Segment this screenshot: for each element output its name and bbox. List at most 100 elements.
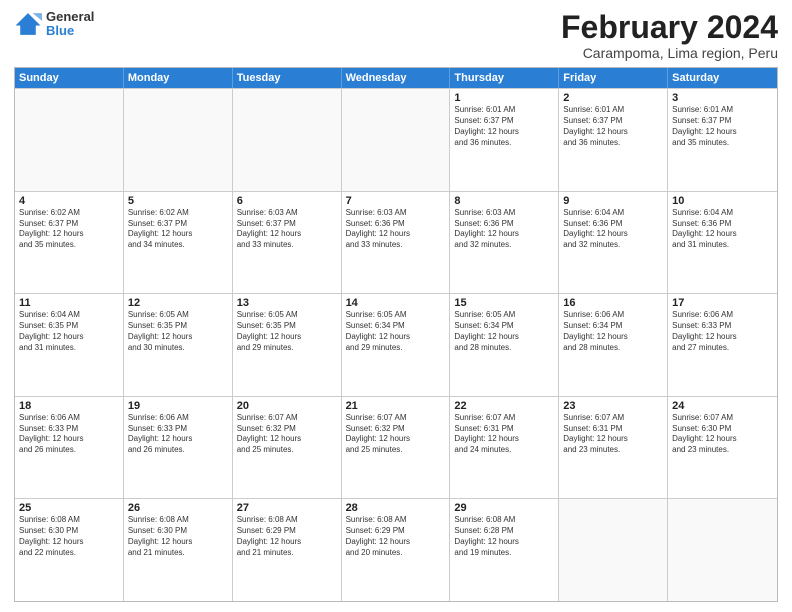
calendar-cell: 6Sunrise: 6:03 AM Sunset: 6:37 PM Daylig… [233,192,342,294]
calendar-cell [668,499,777,601]
calendar-week: 11Sunrise: 6:04 AM Sunset: 6:35 PM Dayli… [15,293,777,396]
logo-icon [14,10,42,38]
day-number: 13 [237,297,337,309]
calendar-cell: 22Sunrise: 6:07 AM Sunset: 6:31 PM Dayli… [450,397,559,499]
day-number: 16 [563,297,663,309]
day-number: 23 [563,400,663,412]
day-number: 26 [128,502,228,514]
cell-info: Sunrise: 6:04 AM Sunset: 6:36 PM Dayligh… [563,208,663,251]
day-number: 4 [19,195,119,207]
day-number: 9 [563,195,663,207]
logo-general: General [46,10,94,24]
cell-info: Sunrise: 6:03 AM Sunset: 6:37 PM Dayligh… [237,208,337,251]
calendar-week: 18Sunrise: 6:06 AM Sunset: 6:33 PM Dayli… [15,396,777,499]
calendar-cell: 29Sunrise: 6:08 AM Sunset: 6:28 PM Dayli… [450,499,559,601]
calendar-cell: 17Sunrise: 6:06 AM Sunset: 6:33 PM Dayli… [668,294,777,396]
calendar-cell: 18Sunrise: 6:06 AM Sunset: 6:33 PM Dayli… [15,397,124,499]
cell-info: Sunrise: 6:08 AM Sunset: 6:29 PM Dayligh… [237,515,337,558]
day-number: 2 [563,92,663,104]
calendar-header-cell: Thursday [450,68,559,88]
calendar-header-cell: Friday [559,68,668,88]
cell-info: Sunrise: 6:07 AM Sunset: 6:31 PM Dayligh… [563,413,663,456]
day-number: 21 [346,400,446,412]
day-number: 1 [454,92,554,104]
day-number: 7 [346,195,446,207]
day-number: 11 [19,297,119,309]
calendar-cell: 1Sunrise: 6:01 AM Sunset: 6:37 PM Daylig… [450,89,559,191]
title-block: February 2024 Carampoma, Lima region, Pe… [561,10,778,61]
cell-info: Sunrise: 6:02 AM Sunset: 6:37 PM Dayligh… [128,208,228,251]
cell-info: Sunrise: 6:06 AM Sunset: 6:33 PM Dayligh… [672,310,773,353]
day-number: 20 [237,400,337,412]
day-number: 10 [672,195,773,207]
calendar-body: 1Sunrise: 6:01 AM Sunset: 6:37 PM Daylig… [15,88,777,601]
calendar-cell: 21Sunrise: 6:07 AM Sunset: 6:32 PM Dayli… [342,397,451,499]
cell-info: Sunrise: 6:06 AM Sunset: 6:34 PM Dayligh… [563,310,663,353]
day-number: 5 [128,195,228,207]
day-number: 27 [237,502,337,514]
calendar-cell: 12Sunrise: 6:05 AM Sunset: 6:35 PM Dayli… [124,294,233,396]
cell-info: Sunrise: 6:07 AM Sunset: 6:32 PM Dayligh… [237,413,337,456]
cell-info: Sunrise: 6:07 AM Sunset: 6:32 PM Dayligh… [346,413,446,456]
calendar-header-cell: Tuesday [233,68,342,88]
calendar-header-cell: Monday [124,68,233,88]
calendar-cell: 16Sunrise: 6:06 AM Sunset: 6:34 PM Dayli… [559,294,668,396]
day-number: 12 [128,297,228,309]
header: General Blue February 2024 Carampoma, Li… [14,10,778,61]
calendar-cell: 26Sunrise: 6:08 AM Sunset: 6:30 PM Dayli… [124,499,233,601]
main-title: February 2024 [561,10,778,45]
cell-info: Sunrise: 6:06 AM Sunset: 6:33 PM Dayligh… [19,413,119,456]
cell-info: Sunrise: 6:08 AM Sunset: 6:30 PM Dayligh… [128,515,228,558]
calendar-cell: 9Sunrise: 6:04 AM Sunset: 6:36 PM Daylig… [559,192,668,294]
calendar-cell: 11Sunrise: 6:04 AM Sunset: 6:35 PM Dayli… [15,294,124,396]
calendar-cell [124,89,233,191]
calendar-cell: 24Sunrise: 6:07 AM Sunset: 6:30 PM Dayli… [668,397,777,499]
cell-info: Sunrise: 6:05 AM Sunset: 6:35 PM Dayligh… [237,310,337,353]
calendar-cell: 28Sunrise: 6:08 AM Sunset: 6:29 PM Dayli… [342,499,451,601]
cell-info: Sunrise: 6:04 AM Sunset: 6:35 PM Dayligh… [19,310,119,353]
day-number: 6 [237,195,337,207]
calendar-week: 1Sunrise: 6:01 AM Sunset: 6:37 PM Daylig… [15,88,777,191]
calendar-cell: 7Sunrise: 6:03 AM Sunset: 6:36 PM Daylig… [342,192,451,294]
calendar-cell: 15Sunrise: 6:05 AM Sunset: 6:34 PM Dayli… [450,294,559,396]
cell-info: Sunrise: 6:04 AM Sunset: 6:36 PM Dayligh… [672,208,773,251]
day-number: 19 [128,400,228,412]
logo-text: General Blue [46,10,94,39]
cell-info: Sunrise: 6:08 AM Sunset: 6:29 PM Dayligh… [346,515,446,558]
calendar-cell: 10Sunrise: 6:04 AM Sunset: 6:36 PM Dayli… [668,192,777,294]
cell-info: Sunrise: 6:03 AM Sunset: 6:36 PM Dayligh… [346,208,446,251]
calendar-cell: 23Sunrise: 6:07 AM Sunset: 6:31 PM Dayli… [559,397,668,499]
calendar-week: 25Sunrise: 6:08 AM Sunset: 6:30 PM Dayli… [15,498,777,601]
calendar-week: 4Sunrise: 6:02 AM Sunset: 6:37 PM Daylig… [15,191,777,294]
day-number: 8 [454,195,554,207]
cell-info: Sunrise: 6:03 AM Sunset: 6:36 PM Dayligh… [454,208,554,251]
calendar-cell: 14Sunrise: 6:05 AM Sunset: 6:34 PM Dayli… [342,294,451,396]
cell-info: Sunrise: 6:06 AM Sunset: 6:33 PM Dayligh… [128,413,228,456]
cell-info: Sunrise: 6:07 AM Sunset: 6:31 PM Dayligh… [454,413,554,456]
day-number: 14 [346,297,446,309]
day-number: 22 [454,400,554,412]
cell-info: Sunrise: 6:08 AM Sunset: 6:30 PM Dayligh… [19,515,119,558]
calendar-cell: 25Sunrise: 6:08 AM Sunset: 6:30 PM Dayli… [15,499,124,601]
cell-info: Sunrise: 6:02 AM Sunset: 6:37 PM Dayligh… [19,208,119,251]
page: General Blue February 2024 Carampoma, Li… [0,0,792,612]
cell-info: Sunrise: 6:05 AM Sunset: 6:34 PM Dayligh… [454,310,554,353]
day-number: 25 [19,502,119,514]
cell-info: Sunrise: 6:05 AM Sunset: 6:34 PM Dayligh… [346,310,446,353]
calendar-cell: 4Sunrise: 6:02 AM Sunset: 6:37 PM Daylig… [15,192,124,294]
calendar-header-cell: Wednesday [342,68,451,88]
cell-info: Sunrise: 6:01 AM Sunset: 6:37 PM Dayligh… [672,105,773,148]
day-number: 3 [672,92,773,104]
day-number: 29 [454,502,554,514]
calendar: SundayMondayTuesdayWednesdayThursdayFrid… [14,67,778,602]
calendar-header-cell: Saturday [668,68,777,88]
cell-info: Sunrise: 6:01 AM Sunset: 6:37 PM Dayligh… [454,105,554,148]
logo: General Blue [14,10,94,39]
day-number: 28 [346,502,446,514]
calendar-cell: 5Sunrise: 6:02 AM Sunset: 6:37 PM Daylig… [124,192,233,294]
calendar-cell: 3Sunrise: 6:01 AM Sunset: 6:37 PM Daylig… [668,89,777,191]
logo-blue: Blue [46,24,94,38]
calendar-header-cell: Sunday [15,68,124,88]
day-number: 24 [672,400,773,412]
calendar-cell: 8Sunrise: 6:03 AM Sunset: 6:36 PM Daylig… [450,192,559,294]
